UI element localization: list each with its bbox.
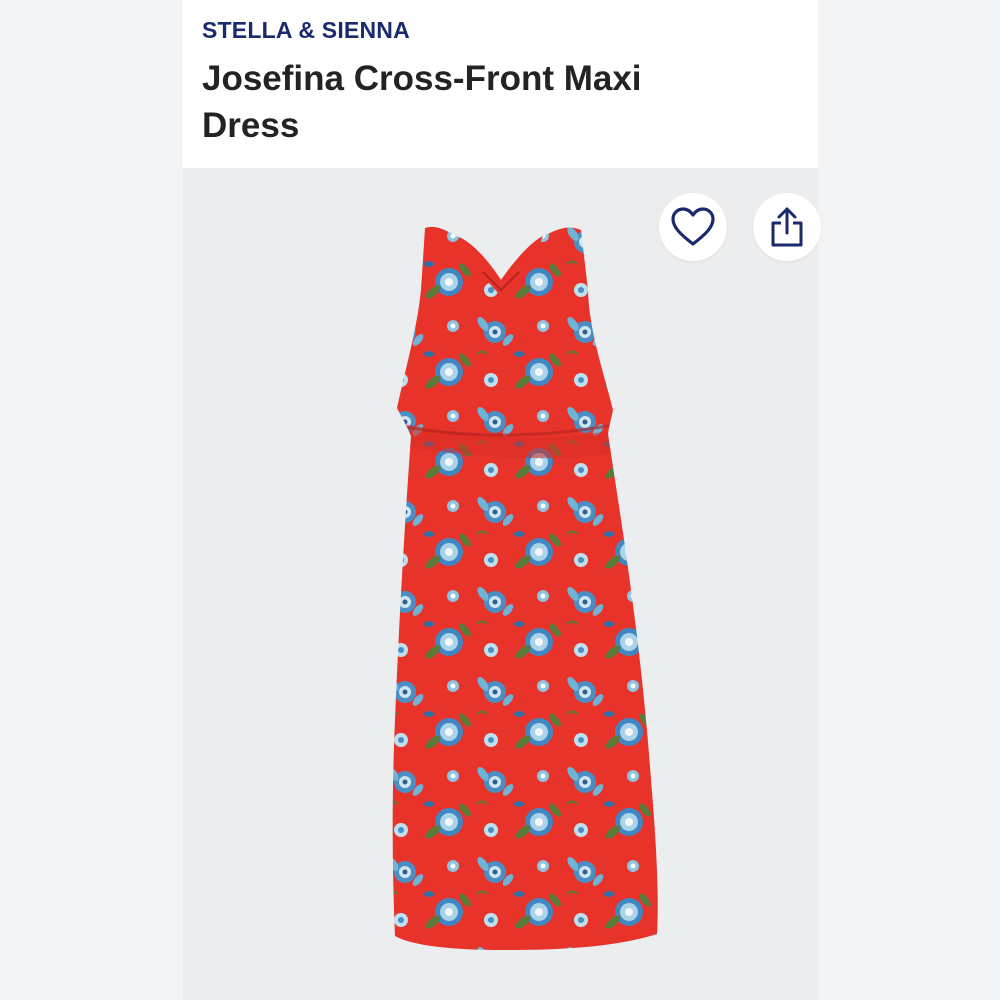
- brand-name[interactable]: STELLA & SIENNA: [202, 17, 410, 44]
- share-button[interactable]: [753, 193, 821, 261]
- product-header: STELLA & SIENNA Josefina Cross-Front Max…: [183, 0, 818, 168]
- product-title: Josefina Cross-Front Maxi Dress: [202, 59, 642, 145]
- share-upload-icon: [771, 207, 803, 247]
- left-margin: [0, 0, 183, 1000]
- right-margin: [818, 0, 1000, 1000]
- product-panel: STELLA & SIENNA Josefina Cross-Front Max…: [183, 0, 821, 1000]
- product-screenshot: STELLA & SIENNA Josefina Cross-Front Max…: [0, 0, 1000, 1000]
- dress-product-image[interactable]: [383, 220, 683, 960]
